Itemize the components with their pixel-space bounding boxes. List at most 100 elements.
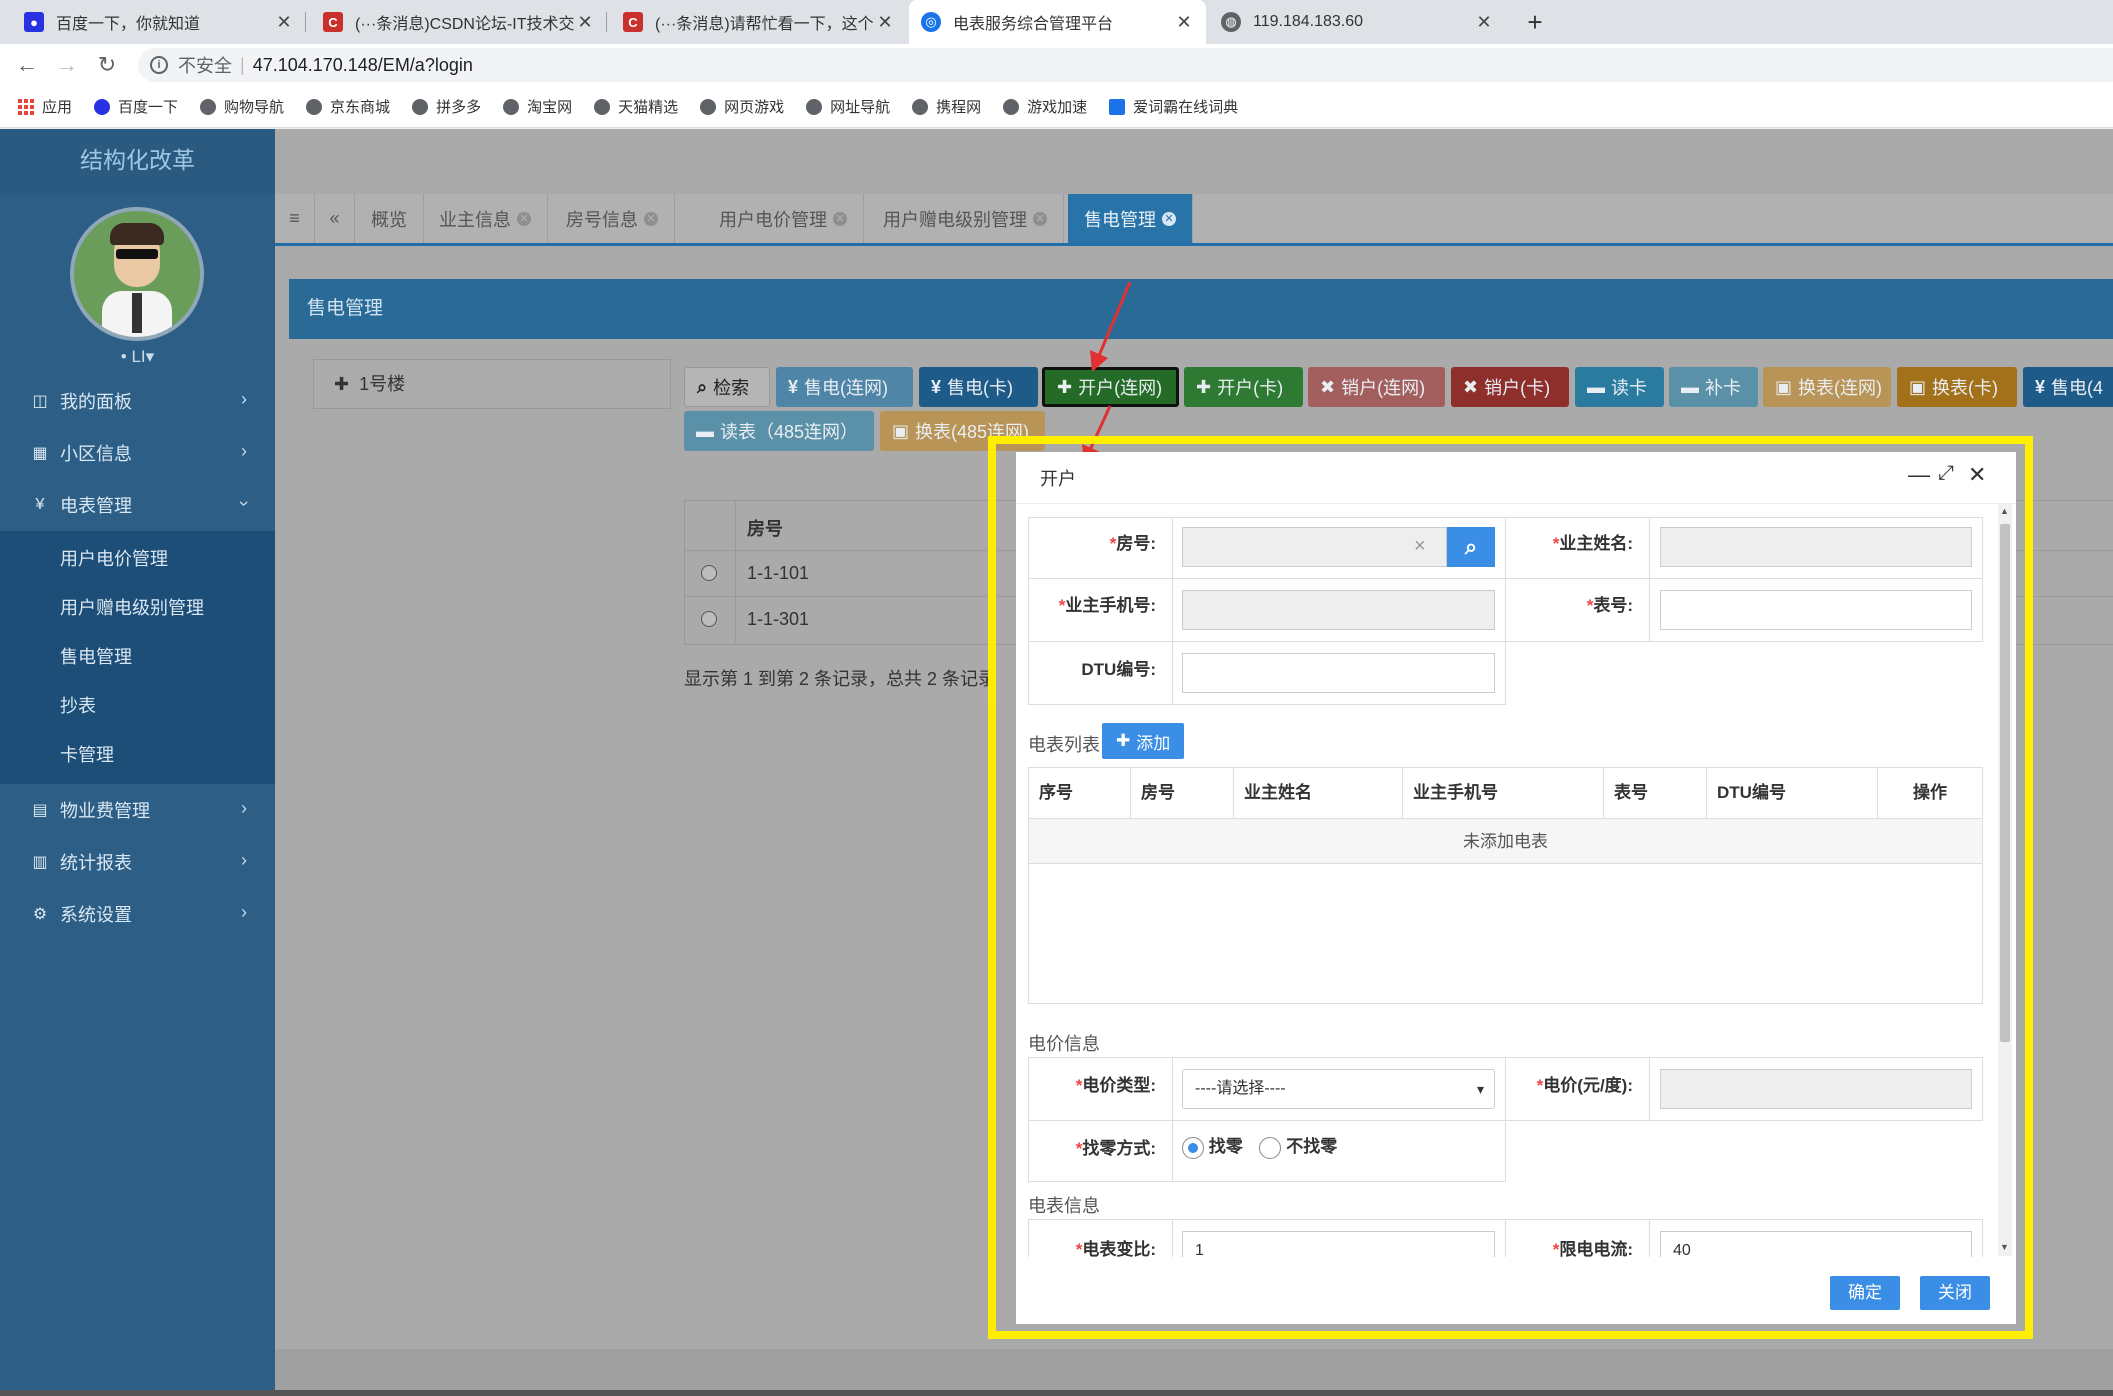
tab-close-icon[interactable]: ✕: [517, 211, 531, 226]
browser-tab-csdn-question[interactable]: C (···条消息)请帮忙看一下，这个窗口 ✕: [611, 0, 907, 44]
dialog-scrollbar[interactable]: ▲ ▼: [1998, 504, 2012, 1256]
bookmark-item[interactable]: 京东商城: [306, 96, 390, 117]
close-icon[interactable]: ✕: [875, 12, 895, 33]
clear-icon[interactable]: ×: [1414, 535, 1426, 558]
user-menu[interactable]: • LI▾: [0, 347, 275, 367]
bookmark-item[interactable]: 拼多多: [412, 96, 481, 117]
url-input[interactable]: i 不安全 | 47.104.170.148/EM/a?login: [138, 48, 2113, 82]
scroll-down-icon[interactable]: ▼: [2000, 1242, 2009, 1252]
close-icon[interactable]: ✕: [274, 12, 294, 33]
tab-owner-info[interactable]: 业主信息 ✕: [423, 194, 548, 243]
submenu-price[interactable]: 用户电价管理: [0, 535, 275, 584]
horizontal-scrollbar[interactable]: [0, 1390, 2113, 1396]
browser-tab-active[interactable]: ◎ 电表服务综合管理平台 ✕: [909, 0, 1206, 44]
sale-network-button[interactable]: ¥ 售电(连网): [776, 367, 913, 407]
menu-toggle-icon[interactable]: ≡: [275, 194, 315, 243]
tab-close-icon[interactable]: ✕: [1162, 211, 1176, 226]
search-button[interactable]: ⌕: [1447, 527, 1495, 567]
tab-bonus-level[interactable]: 用户赠电级别管理 ✕: [867, 194, 1064, 243]
maximize-icon[interactable]: ⤢: [1938, 462, 1954, 485]
close-icon[interactable]: ✕: [1474, 12, 1494, 33]
new-tab-button[interactable]: +: [1520, 0, 1550, 44]
sale-485-button[interactable]: ¥ 售电(4: [2023, 367, 2113, 407]
tab-price[interactable]: 用户电价管理 ✕: [703, 194, 864, 243]
button-label: 补卡: [1705, 378, 1741, 398]
owner-name-input[interactable]: [1660, 527, 1972, 567]
tab-overview[interactable]: 概览: [355, 194, 424, 243]
back-arrow-icon[interactable]: ←: [14, 52, 40, 78]
sidebar-item-meter[interactable]: ¥ 电表管理 ›: [0, 479, 275, 531]
open-account-card-button[interactable]: ✚ 开户(卡): [1184, 367, 1303, 407]
sidebar-item-community[interactable]: ▦ 小区信息 ›: [0, 427, 275, 479]
read-card-button[interactable]: ▬ 读卡: [1575, 367, 1664, 407]
bar-chart-icon: ▥: [32, 854, 48, 871]
bookmark-item[interactable]: 爱词霸在线词典: [1109, 96, 1238, 117]
close-button[interactable]: 关闭: [1920, 1276, 1990, 1310]
tab-close-icon[interactable]: ✕: [833, 211, 847, 226]
sidebar-item-settings[interactable]: ⚙ 系统设置 ›: [0, 888, 275, 940]
row-radio[interactable]: [701, 611, 717, 627]
bookmark-item[interactable]: 天猫精选: [594, 96, 678, 117]
bookmark-item[interactable]: 购物导航: [200, 96, 284, 117]
tab-sale-active[interactable]: 售电管理 ✕: [1068, 194, 1193, 243]
sidebar-item-dashboard[interactable]: ◫ 我的面板 ›: [0, 375, 275, 427]
browser-tab-ip[interactable]: ◍ 119.184.183.60 ✕: [1209, 0, 1506, 44]
forward-arrow-icon[interactable]: →: [54, 52, 80, 78]
bookmark-item[interactable]: 淘宝网: [503, 96, 572, 117]
search-button[interactable]: ⌕ 检索: [684, 367, 770, 407]
change-radio[interactable]: [1182, 1136, 1204, 1159]
close-account-network-button[interactable]: ✖ 销户(连网): [1308, 367, 1445, 407]
confirm-button[interactable]: 确定: [1830, 1276, 1900, 1310]
submenu-sale[interactable]: 售电管理: [0, 633, 275, 682]
browser-tab-baidu[interactable]: ● 百度一下，你就知道 ✕: [12, 0, 306, 44]
sale-card-button[interactable]: ¥ 售电(卡): [919, 367, 1038, 407]
submenu-reading[interactable]: 抄表: [0, 682, 275, 731]
bookmark-item[interactable]: 百度一下: [94, 96, 178, 117]
scroll-up-icon[interactable]: ▲: [2000, 506, 2009, 516]
bookmark-item[interactable]: 网页游戏: [700, 96, 784, 117]
close-account-card-button[interactable]: ✖ 销户(卡): [1451, 367, 1569, 407]
submenu-bonus-level[interactable]: 用户赠电级别管理: [0, 584, 275, 633]
tab-close-icon[interactable]: ✕: [644, 211, 658, 226]
chevron-right-icon: ›: [241, 850, 247, 870]
tabs-scroll-left-icon[interactable]: «: [315, 194, 355, 243]
bookmark-apps[interactable]: 应用: [18, 96, 72, 117]
add-meter-button[interactable]: ✚ 添加: [1102, 723, 1185, 759]
room-input[interactable]: [1182, 527, 1447, 567]
building-tree-node[interactable]: ✚ 1号楼: [313, 359, 671, 409]
button-label: 添加: [1136, 733, 1171, 753]
price-type-label: *电价类型:: [1075, 1076, 1156, 1095]
column-header: 业主手机号: [1403, 768, 1604, 818]
read-meter-485-button[interactable]: ▬ 读表（485连网）: [684, 411, 874, 451]
close-icon[interactable]: ✕: [1174, 12, 1194, 33]
sidebar-item-property-fee[interactable]: ▤ 物业费管理 ›: [0, 784, 275, 836]
replace-meter-card-button[interactable]: ▣ 换表(卡): [1897, 367, 2017, 407]
meter-no-input[interactable]: [1660, 590, 1972, 630]
scroll-thumb[interactable]: [2000, 524, 2010, 1042]
price-type-select[interactable]: ----请选择---- ▾: [1182, 1069, 1495, 1109]
submenu-card[interactable]: 卡管理: [0, 731, 275, 780]
close-icon[interactable]: ✕: [575, 12, 595, 33]
reload-icon[interactable]: ↻: [94, 52, 120, 78]
target-icon: ◎: [921, 12, 941, 32]
bookmark-item[interactable]: 游戏加速: [1003, 96, 1087, 117]
reissue-card-button[interactable]: ▬ 补卡: [1669, 367, 1758, 407]
tab-room-info[interactable]: 房号信息 ✕: [550, 194, 675, 243]
no-change-radio[interactable]: [1259, 1136, 1282, 1159]
tab-close-icon[interactable]: ✕: [1033, 211, 1047, 226]
bookmark-item[interactable]: 携程网: [912, 96, 981, 117]
owner-phone-input[interactable]: [1182, 590, 1495, 630]
baidu-paw-icon: [94, 98, 111, 115]
close-icon[interactable]: ✕: [1968, 462, 1986, 488]
row-radio[interactable]: [701, 565, 717, 581]
bookmark-item[interactable]: 网址导航: [806, 96, 890, 117]
dtu-input[interactable]: [1182, 653, 1495, 693]
replace-meter-network-button[interactable]: ▣ 换表(连网): [1763, 367, 1891, 407]
browser-tab-csdn[interactable]: C (···条消息)CSDN论坛-IT技术交流 ✕: [311, 0, 607, 44]
ratio-input[interactable]: 1: [1182, 1231, 1495, 1257]
sidebar-item-reports[interactable]: ▥ 统计报表 ›: [0, 836, 275, 888]
minimize-icon[interactable]: —: [1908, 462, 1930, 488]
info-icon[interactable]: i: [150, 56, 168, 74]
price-input[interactable]: [1660, 1069, 1972, 1109]
limit-current-input[interactable]: 40: [1660, 1231, 1972, 1257]
